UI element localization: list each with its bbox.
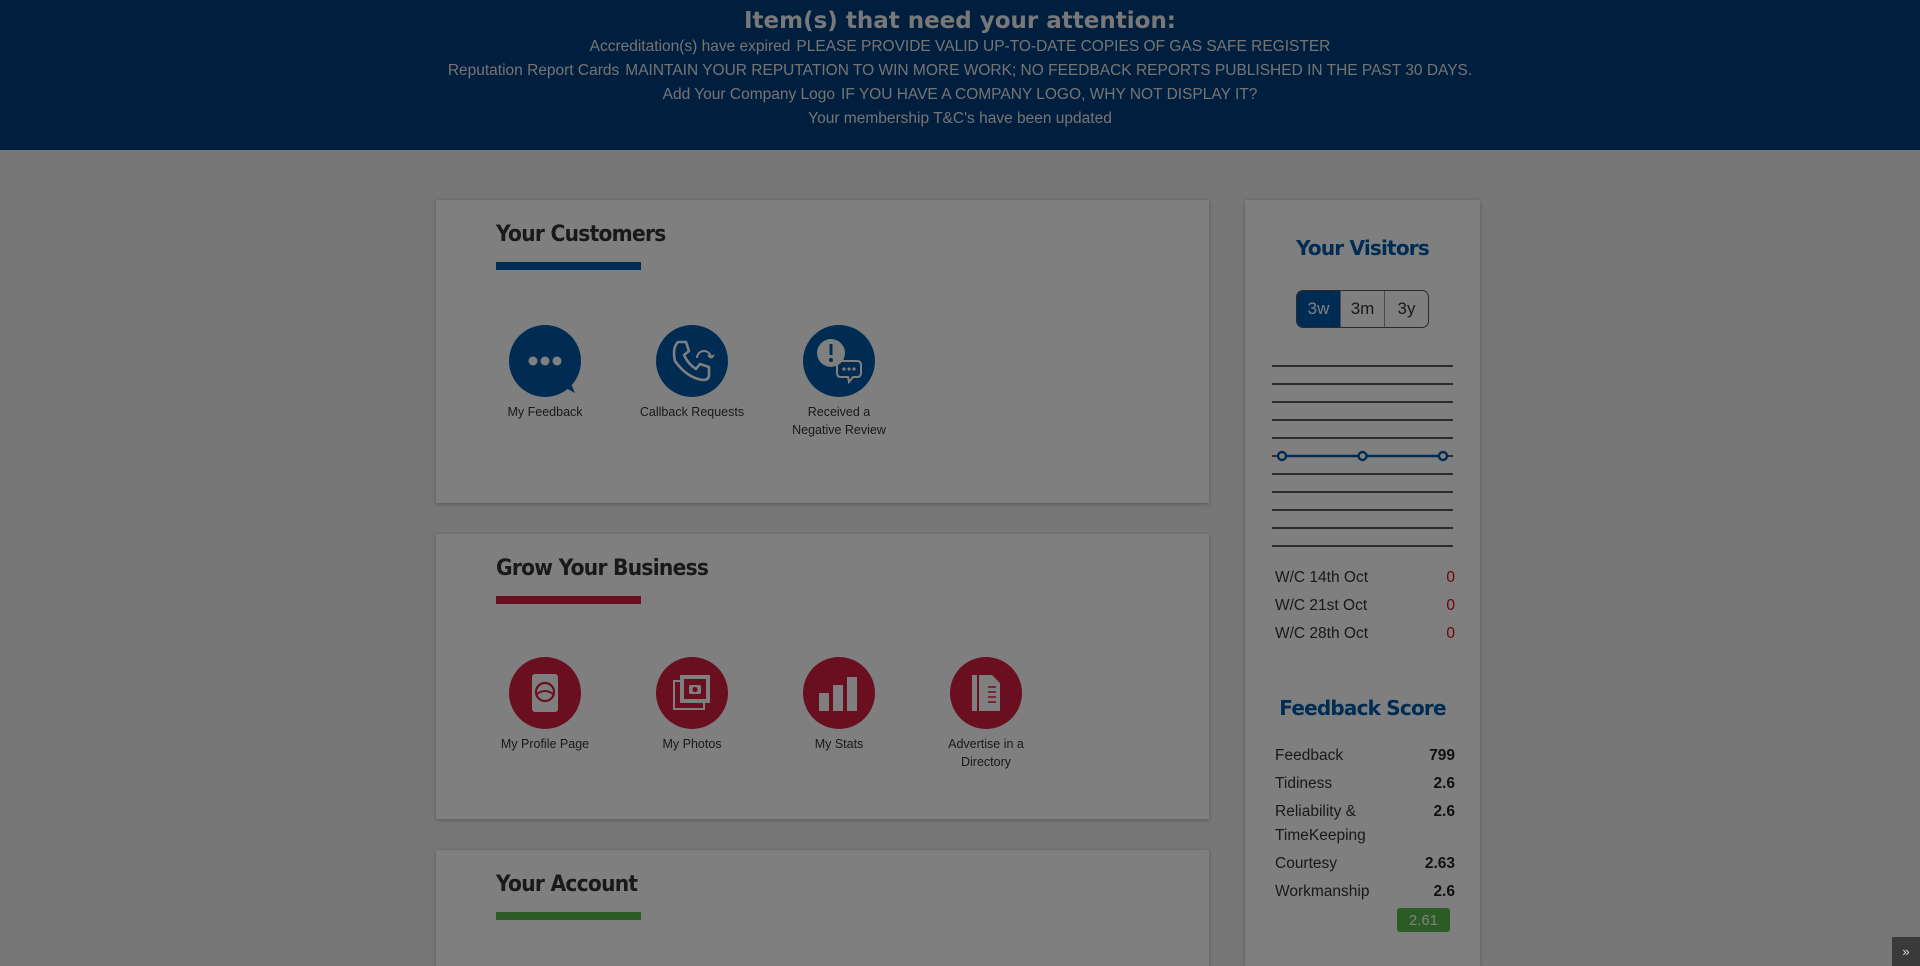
week-value: 0	[1446, 569, 1455, 586]
customers-title: Your Customers	[496, 222, 666, 247]
visitors-title: Your Visitors	[1296, 236, 1430, 260]
score-row: Workmanship 2.6	[1275, 880, 1455, 904]
score-label: Reliability & TimeKeeping	[1275, 803, 1366, 844]
week-label: W/C 14th Oct	[1275, 569, 1369, 586]
negative-review-tile[interactable]: Received a Negative Review	[784, 325, 894, 439]
chart-point[interactable]	[1437, 450, 1449, 462]
account-title: Your Account	[496, 872, 638, 897]
double-chevron-up-icon: »	[1902, 944, 1910, 959]
my-photos-tile[interactable]: My Photos	[637, 657, 747, 753]
scroll-to-top-button[interactable]: »	[1892, 937, 1920, 966]
score-row: Tidiness 2.6	[1275, 772, 1455, 796]
phone-callback-icon	[656, 325, 728, 397]
feedback-score-title: Feedback Score	[1279, 696, 1446, 720]
score-label: Courtesy	[1275, 855, 1338, 872]
score-row: Reliability & TimeKeeping 2.6	[1275, 800, 1455, 848]
chart-point[interactable]	[1276, 450, 1288, 462]
attention-title: Item(s) that need your attention:	[743, 8, 1177, 34]
week-label: W/C 21st Oct	[1275, 597, 1368, 614]
tile-label: Callback Requests	[639, 405, 745, 419]
directory-icon	[950, 657, 1022, 729]
attention-item-terms[interactable]: Your membership T&C's have been updated	[0, 107, 1920, 131]
visitors-week-row: W/C 21st Oct 0	[1275, 597, 1455, 615]
customers-card: Your Customers My Feedback Callback Requ…	[436, 200, 1209, 503]
week-label: W/C 28th Oct	[1275, 625, 1369, 642]
account-card: Your Account	[436, 850, 1209, 966]
score-label: Workmanship	[1275, 883, 1370, 900]
attention-item-label: Accreditation(s) have expired	[589, 38, 791, 55]
attention-item-hint: PLEASE PROVIDE VALID UP-TO-DATE COPIES O…	[796, 38, 1331, 55]
score-value: 799	[1429, 747, 1455, 764]
week-value: 0	[1446, 597, 1455, 614]
tile-label: My Photos	[662, 737, 722, 751]
tile-label: Advertise in a Directory	[948, 737, 1024, 769]
attention-item-label: Add Your Company Logo	[662, 86, 836, 103]
attention-item-hint: MAINTAIN YOUR REPUTATION TO WIN MORE WOR…	[625, 62, 1473, 79]
attention-item-reputation[interactable]: Reputation Report Cards MAINTAIN YOUR REP…	[0, 59, 1920, 83]
grow-business-title: Grow Your Business	[496, 556, 709, 581]
score-label: Feedback	[1275, 747, 1344, 764]
visitors-week-row: W/C 14th Oct 0	[1275, 569, 1455, 587]
attention-item-accreditation[interactable]: Accreditation(s) have expired PLEASE PROV…	[0, 35, 1920, 59]
attention-item-hint: IF YOU HAVE A COMPANY LOGO, WHY NOT DISP…	[841, 86, 1258, 103]
tile-label: My Profile Page	[500, 737, 590, 751]
my-profile-page-tile[interactable]: My Profile Page	[490, 657, 600, 753]
tile-label: My Feedback	[507, 405, 583, 419]
attention-item-label: Reputation Report Cards	[447, 62, 620, 79]
visitors-panel: Your Visitors 3w 3m 3y W/C 14th Oct 0 W/…	[1245, 200, 1480, 966]
visitors-week-row: W/C 28th Oct 0	[1275, 625, 1455, 643]
visitors-range-toggle[interactable]: 3w 3m 3y	[1296, 290, 1429, 328]
alert-chat-icon	[803, 325, 875, 397]
customers-title-underline	[496, 262, 641, 270]
score-value: 2.6	[1433, 775, 1455, 792]
chart-point[interactable]	[1357, 450, 1368, 462]
my-stats-tile[interactable]: My Stats	[784, 657, 894, 753]
score-row: Courtesy 2.63	[1275, 852, 1455, 876]
attention-item-label: Your membership T&C's have been updated	[808, 110, 1112, 127]
score-value: 2.6	[1433, 883, 1455, 900]
tile-label: My Stats	[814, 737, 864, 751]
grow-business-title-underline	[496, 596, 641, 604]
overall-score-badge: 2.61	[1397, 908, 1450, 932]
range-3y-button[interactable]: 3y	[1384, 291, 1428, 327]
my-feedback-tile[interactable]: My Feedback	[490, 325, 600, 421]
attention-banner: Item(s) that need your attention: Accred…	[0, 0, 1920, 150]
attention-item-logo[interactable]: Add Your Company Logo IF YOU HAVE A COMPA…	[0, 83, 1920, 107]
score-value: 2.6	[1433, 803, 1455, 820]
range-3m-button[interactable]: 3m	[1340, 291, 1384, 327]
grow-business-card: Grow Your Business My Profile Page My Ph…	[436, 534, 1209, 819]
advertise-directory-tile[interactable]: Advertise in a Directory	[931, 657, 1041, 771]
score-label: Tidiness	[1275, 775, 1333, 792]
profile-page-icon	[509, 657, 581, 729]
account-title-underline	[496, 912, 641, 920]
speech-bubble-icon	[509, 325, 581, 397]
week-value: 0	[1446, 625, 1455, 642]
range-3w-button[interactable]: 3w	[1297, 291, 1340, 327]
score-value: 2.63	[1424, 855, 1455, 872]
visitors-chart	[1272, 365, 1453, 547]
score-row: Feedback 799	[1275, 744, 1455, 768]
photos-icon	[656, 657, 728, 729]
tile-label: Received a Negative Review	[792, 405, 886, 437]
bar-chart-icon	[803, 657, 875, 729]
callback-requests-tile[interactable]: Callback Requests	[637, 325, 747, 421]
